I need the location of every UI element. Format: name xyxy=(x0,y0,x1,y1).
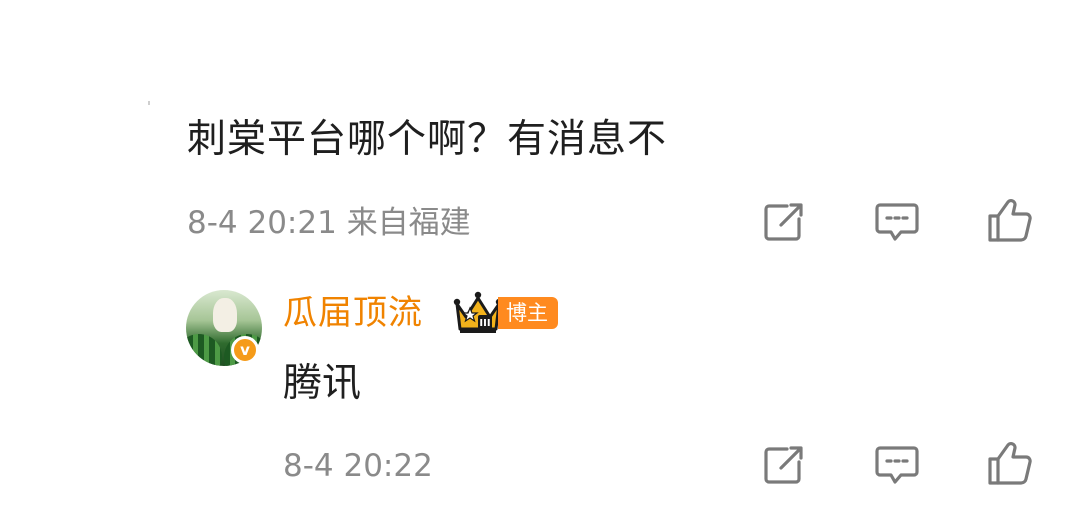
comment-button[interactable] xyxy=(873,198,921,246)
reply-timestamp: 8-4 20:22 xyxy=(283,448,433,484)
reply-share-button[interactable] xyxy=(759,441,807,489)
like-icon xyxy=(988,442,1032,485)
comment-icon xyxy=(875,446,919,484)
divider-mark xyxy=(148,101,150,105)
reply-comment-button[interactable] xyxy=(873,441,921,489)
share-icon xyxy=(764,446,803,484)
reply-like-button[interactable] xyxy=(986,439,1034,487)
avatar-cat-figure xyxy=(213,298,237,332)
reply-meta: 8-4 20:22 xyxy=(283,446,433,486)
role-badge: 博主 xyxy=(498,297,558,329)
avatar-melon xyxy=(186,334,222,366)
comment-meta: 8-4 20:21 来自福建 xyxy=(187,203,471,243)
reply-text: 腾讯 xyxy=(283,361,362,406)
comment-location: 来自福建 xyxy=(346,205,471,241)
verified-badge-icon: v xyxy=(231,336,259,364)
like-icon xyxy=(988,199,1032,242)
comment-thread: 刺棠平台哪个啊？有消息不 8-4 20:21 来自福建 v 瓜届顶流 III 博… xyxy=(0,0,1080,506)
reply-author-name[interactable]: 瓜届顶流 xyxy=(283,290,423,336)
comment-icon xyxy=(875,203,919,241)
comment-text: 刺棠平台哪个啊？有消息不 xyxy=(187,117,668,162)
share-button[interactable] xyxy=(759,198,807,246)
like-button[interactable] xyxy=(986,196,1034,244)
comment-timestamp: 8-4 20:21 xyxy=(187,205,337,241)
svg-text:III: III xyxy=(479,318,490,329)
share-icon xyxy=(764,203,803,241)
crown-icon: III xyxy=(452,291,504,339)
